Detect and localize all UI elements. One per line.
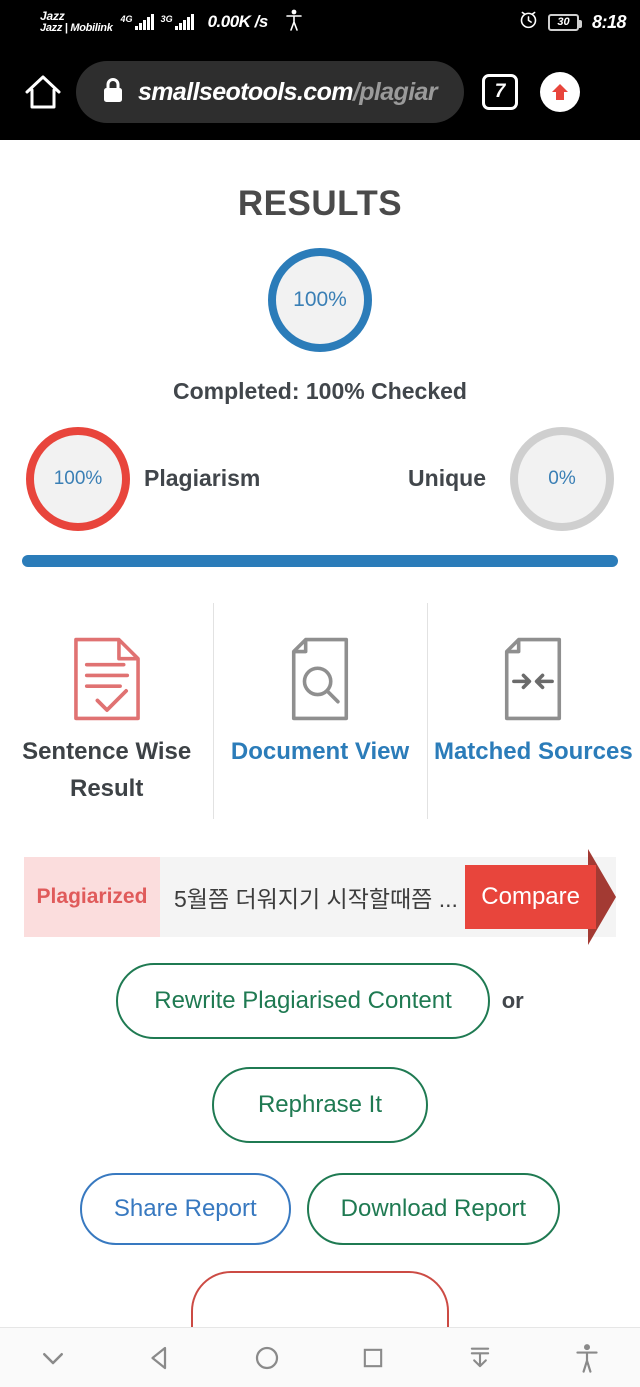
compare-button[interactable]: Compare bbox=[465, 865, 596, 929]
partial-button-row bbox=[0, 1271, 640, 1331]
tab-sentence-wise-result-label: Sentence Wise Result bbox=[22, 738, 192, 803]
carrier-labels: Jazz Jazz | Mobilink bbox=[40, 10, 113, 34]
document-check-icon bbox=[70, 635, 144, 723]
plagiarized-sentence-row: Plagiarized 5월쯤 더워지기 시작할때쯤 ... Compare bbox=[24, 849, 616, 945]
rephrase-it-button[interactable]: Rephrase It bbox=[211, 1067, 429, 1143]
alarm-clock-icon bbox=[518, 9, 539, 35]
overall-progress-gauge: 100% bbox=[268, 248, 372, 352]
battery-level-label: 30 bbox=[557, 16, 570, 28]
plagiarism-gauge: 100% bbox=[26, 427, 130, 531]
sim1-network-label: 4G bbox=[120, 14, 133, 24]
phone-screen: Jazz Jazz | Mobilink 4G 3G 0.00K /s 30 8… bbox=[0, 0, 640, 1387]
accessibility-icon bbox=[286, 9, 302, 36]
back-triangle-icon[interactable] bbox=[120, 1343, 200, 1373]
plagiarism-label: Plagiarism bbox=[144, 465, 261, 491]
tab-count-button[interactable]: 7 bbox=[482, 74, 518, 110]
rephrase-row: Rephrase It bbox=[0, 1067, 640, 1143]
unique-value: 0% bbox=[548, 468, 576, 489]
tab-document-view-label: Document View bbox=[230, 738, 410, 765]
rewrite-row: Rewrite Plagiarised Content or bbox=[0, 963, 640, 1039]
completed-status-text: Completed: 100% Checked bbox=[173, 378, 467, 404]
unique-gauge: 0% bbox=[510, 427, 614, 531]
document-match-arrows-icon bbox=[496, 635, 570, 723]
partially-visible-button[interactable] bbox=[191, 1271, 449, 1331]
page-title: RESULTS bbox=[237, 184, 403, 223]
carrier-line-1: Jazz bbox=[40, 8, 65, 23]
network-speed-label: 0.00K /s bbox=[207, 12, 269, 31]
unique-label: Unique bbox=[408, 465, 486, 491]
download-report-button[interactable]: Download Report bbox=[306, 1173, 561, 1245]
status-badge: Plagiarized bbox=[24, 857, 160, 937]
signal-indicators: 4G 3G bbox=[121, 14, 194, 30]
progress-bar bbox=[22, 555, 618, 567]
status-bar: Jazz Jazz | Mobilink 4G 3G 0.00K /s 30 8… bbox=[0, 0, 640, 44]
signal-bars-sim1-icon: 4G bbox=[121, 14, 154, 30]
home-icon[interactable] bbox=[18, 73, 68, 111]
sim2-network-label: 3G bbox=[160, 14, 173, 24]
accessibility-icon[interactable] bbox=[547, 1343, 627, 1373]
recents-square-icon[interactable] bbox=[333, 1344, 413, 1372]
or-label: or bbox=[501, 988, 524, 1013]
overall-progress-value: 100% bbox=[293, 288, 347, 311]
tab-document-view[interactable]: Document View bbox=[213, 603, 426, 843]
tab-matched-sources[interactable]: Matched Sources bbox=[426, 603, 640, 843]
battery-indicator: 30 bbox=[547, 13, 582, 31]
url-bar[interactable]: smallseotools.com/plagiar bbox=[76, 61, 464, 123]
upload-arrow-icon[interactable] bbox=[540, 72, 580, 112]
url-text: smallseotools.com/plagiar bbox=[138, 77, 438, 107]
share-report-button[interactable]: Share Report bbox=[79, 1173, 291, 1245]
carrier-line-2: Jazz | Mobilink bbox=[40, 21, 113, 34]
url-path: /plagiar bbox=[352, 77, 438, 106]
chevron-down-icon[interactable] bbox=[13, 1343, 93, 1373]
signal-bars-sim2-icon: 3G bbox=[161, 14, 194, 30]
tab-matched-sources-label: Matched Sources bbox=[433, 738, 633, 765]
browser-toolbar: smallseotools.com/plagiar 7 bbox=[0, 44, 640, 140]
page-content: RESULTS 100% Completed: 100% Checked 100… bbox=[0, 140, 640, 1331]
report-buttons-row: Share Report Download Report bbox=[0, 1173, 640, 1245]
tab-count-label: 7 bbox=[494, 81, 506, 102]
lock-icon bbox=[102, 77, 124, 108]
url-host: smallseotools.com bbox=[138, 77, 353, 106]
tab-sentence-wise-result[interactable]: Sentence Wise Result bbox=[0, 603, 213, 843]
plagiarism-value: 100% bbox=[53, 468, 103, 489]
status-bar-right: 30 8:18 bbox=[518, 9, 627, 35]
system-navigation-bar bbox=[0, 1327, 640, 1387]
download-icon[interactable] bbox=[440, 1344, 520, 1372]
compare-action[interactable]: Compare bbox=[465, 849, 616, 945]
document-search-icon bbox=[283, 635, 357, 723]
status-clock: 8:18 bbox=[591, 11, 627, 32]
ratio-gauges: 100% Plagiarism Unique 0% bbox=[0, 427, 640, 539]
rewrite-plagiarised-content-button[interactable]: Rewrite Plagiarised Content bbox=[116, 963, 490, 1039]
result-view-tabs: Sentence Wise Result Document View Match… bbox=[0, 603, 640, 843]
home-circle-icon[interactable] bbox=[227, 1343, 307, 1373]
